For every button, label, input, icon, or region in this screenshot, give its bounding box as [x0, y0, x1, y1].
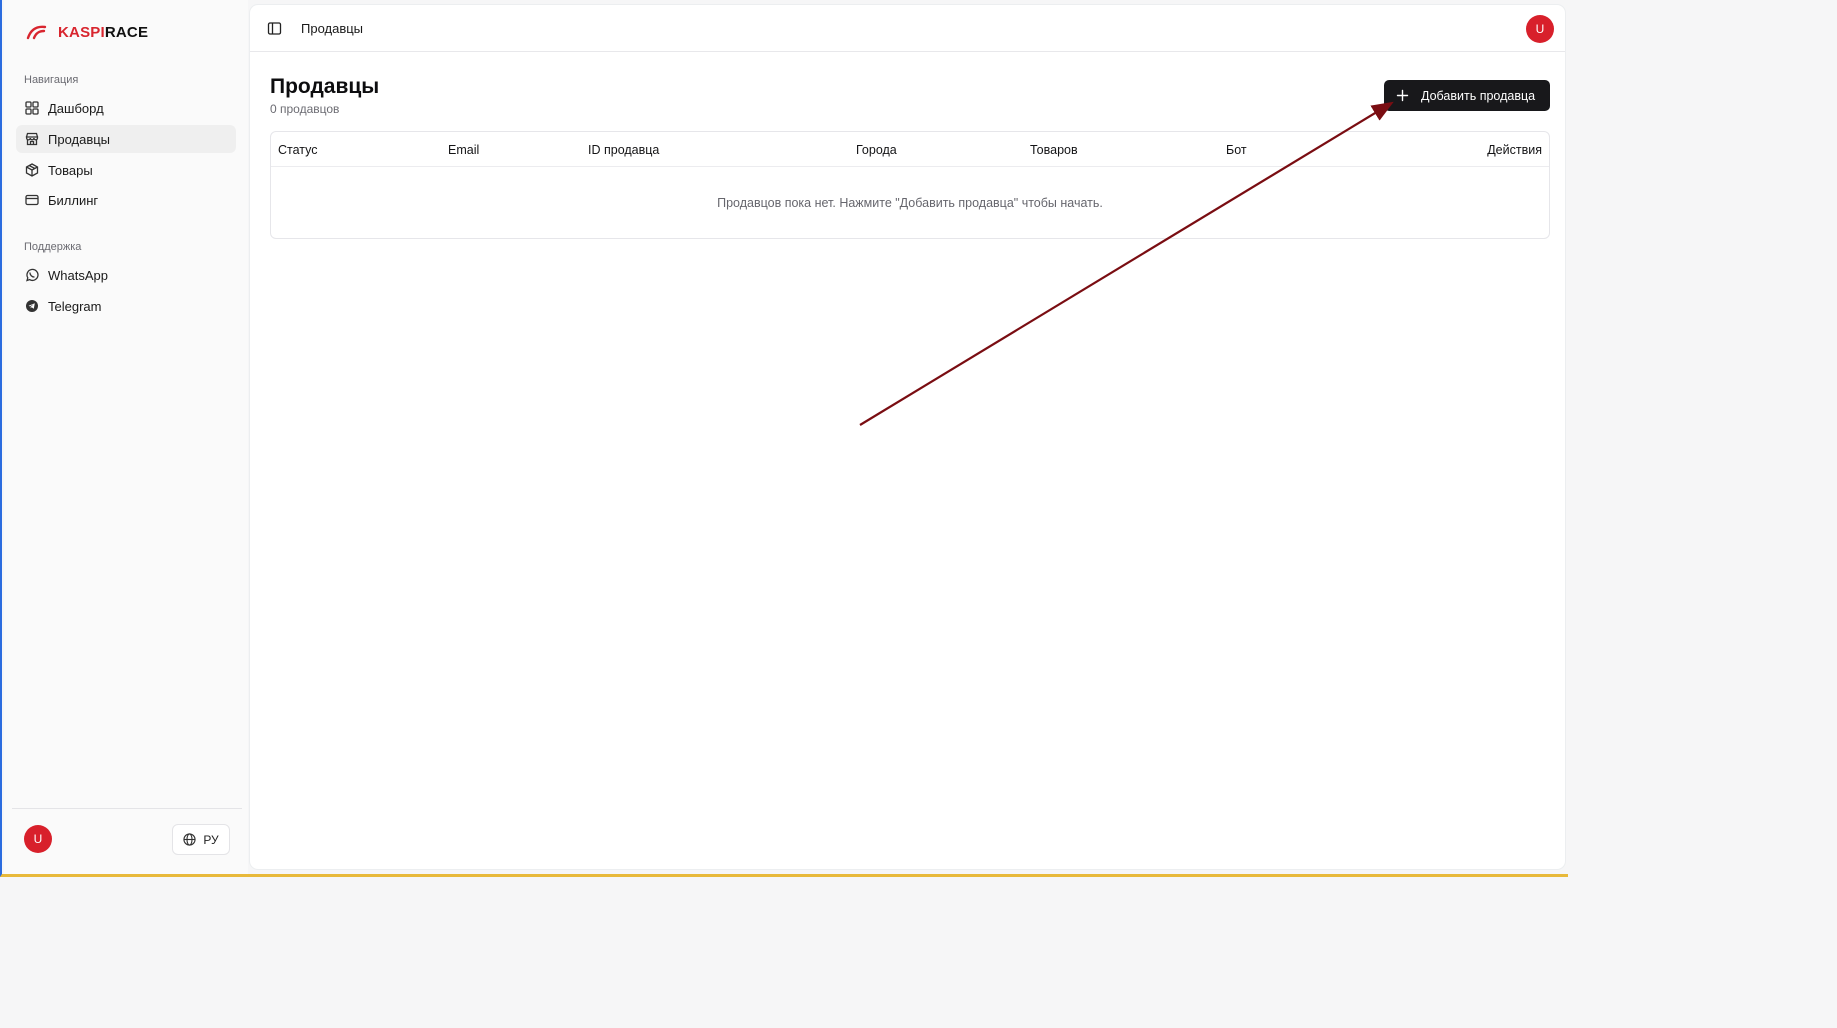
globe-icon	[183, 833, 196, 846]
sidebar-item-sellers[interactable]: Продавцы	[16, 125, 236, 153]
column-header-cities: Города	[856, 143, 897, 157]
column-header-seller-id: ID продавца	[588, 143, 660, 157]
add-seller-label: Добавить продавца	[1421, 88, 1536, 103]
sidebar-item-label: WhatsApp	[48, 267, 108, 283]
language-switcher-button[interactable]: РУ	[172, 824, 230, 855]
page-title: Продавцы	[270, 75, 380, 98]
sidebar-item-telegram[interactable]: Telegram	[16, 292, 236, 320]
sellers-table: Статус Email ID продавца Города Товаров …	[270, 131, 1550, 239]
column-header-email: Email	[448, 143, 480, 157]
add-seller-button[interactable]: Добавить продавца	[1384, 80, 1550, 111]
top-bar: Продавцы U	[250, 5, 1565, 52]
grid-icon	[25, 101, 39, 115]
sidebar-item-label: Товары	[48, 162, 93, 178]
column-header-products: Товаров	[1030, 143, 1078, 157]
sidebar-item-label: Биллинг	[48, 192, 99, 208]
seller-count: 0 продавцов	[270, 102, 340, 116]
header-user-avatar[interactable]: U	[1526, 15, 1554, 43]
brand-name: KASPIRACE	[58, 23, 149, 41]
main-panel: Продавцы U Продавцы 0 продавцов Добавить…	[250, 5, 1565, 869]
sidebar: KASPIRACE Навигация Дашборд Продавцы Тов…	[4, 0, 248, 874]
brand-logo[interactable]: KASPIRACE	[26, 20, 148, 44]
app-frame: KASPIRACE Навигация Дашборд Продавцы Тов…	[0, 0, 1568, 877]
sidebar-item-products[interactable]: Товары	[16, 156, 236, 184]
sidebar-toggle-icon[interactable]	[267, 21, 282, 36]
sidebar-item-label: Дашборд	[48, 100, 104, 116]
column-header-status: Статус	[278, 143, 318, 157]
sidebar-item-whatsapp[interactable]: WhatsApp	[16, 261, 236, 289]
empty-state-message: Продавцов пока нет. Нажмите "Добавить пр…	[717, 196, 1103, 210]
logo-mark-icon	[26, 25, 47, 40]
sidebar-item-label: Telegram	[48, 298, 102, 314]
table-header: Статус Email ID продавца Города Товаров …	[271, 132, 1549, 167]
sidebar-item-label: Продавцы	[48, 131, 111, 147]
breadcrumb: Продавцы	[301, 21, 364, 36]
box-icon	[25, 163, 39, 177]
user-avatar[interactable]: U	[24, 825, 52, 853]
column-header-actions: Действия	[1487, 143, 1542, 157]
telegram-icon	[26, 300, 38, 312]
sidebar-item-dashboard[interactable]: Дашборд	[16, 94, 236, 122]
nav-section-label: Навигация	[24, 74, 79, 86]
card-icon	[25, 194, 39, 206]
store-icon	[25, 132, 39, 146]
support-section-label: Поддержка	[24, 241, 82, 253]
plus-icon	[1396, 89, 1409, 102]
sidebar-item-billing[interactable]: Биллинг	[16, 186, 236, 214]
sidebar-divider	[12, 808, 242, 809]
whatsapp-icon	[26, 268, 39, 282]
column-header-bot: Бот	[1226, 143, 1247, 157]
language-label: РУ	[203, 832, 219, 847]
